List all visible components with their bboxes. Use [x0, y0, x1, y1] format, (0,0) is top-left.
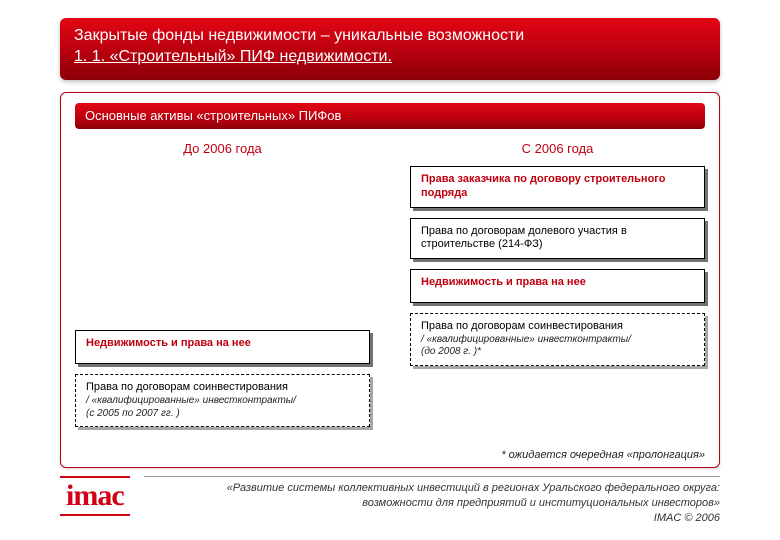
left-card-1: Недвижимость и права на нее [75, 330, 370, 364]
columns: До 2006 года Недвижимость и права на нее… [75, 135, 705, 431]
card-text: Права по договорам долевого участия в ст… [421, 225, 627, 251]
column-left: До 2006 года Недвижимость и права на нее… [75, 135, 370, 431]
slide: Закрытые фонды недвижимости – уникальные… [0, 0, 780, 540]
right-card-3: Недвижимость и права на нее [410, 269, 705, 303]
card-sub: / «квалифицированные» инвестконтракты/ [421, 334, 694, 347]
card-text: Права по договорам соинвестирования [86, 381, 288, 393]
card-text: Права заказчика по договору строительног… [421, 173, 665, 199]
right-card-2: Права по договорам долевого участия в ст… [410, 218, 705, 260]
column-left-head: До 2006 года [75, 135, 370, 166]
right-stack: Права заказчика по договору строительног… [410, 166, 705, 431]
column-right: С 2006 года Права заказчика по договору … [410, 135, 705, 431]
card-text: Недвижимость и права на нее [86, 337, 251, 349]
right-card-1: Права заказчика по договору строительног… [410, 166, 705, 208]
spacer [75, 166, 370, 297]
footer-line-3: IMAC © 2006 [654, 512, 720, 524]
section-band: Основные активы «строительных» ПИФов [75, 103, 705, 129]
footer-line-2: возможности для предприятий и институцио… [362, 497, 720, 509]
footer: imac «Развитие системы коллективных инве… [60, 476, 720, 530]
card-sub: (до 2008 г. )* [421, 346, 694, 359]
footnote: * ожидается очередная «пролонгация» [501, 449, 705, 461]
slide-title-bar: Закрытые фонды недвижимости – уникальные… [60, 18, 720, 80]
footer-line-1: «Развитие системы коллективных инвестици… [227, 482, 720, 494]
title-line-1: Закрытые фонды недвижимости – уникальные… [74, 26, 706, 47]
content-panel: Основные активы «строительных» ПИФов До … [60, 92, 720, 468]
card-text: Права по договорам соинвестирования [421, 320, 623, 332]
title-line-2: 1. 1. «Строительный» ПИФ недвижимости. [74, 47, 706, 68]
column-right-head: С 2006 года [410, 135, 705, 166]
logo-text: imac [66, 479, 124, 512]
card-sub: (с 2005 по 2007 гг. ) [86, 408, 359, 421]
footer-text: «Развитие системы коллективных инвестици… [144, 476, 720, 526]
right-card-4: Права по договорам соинвестирования / «к… [410, 313, 705, 366]
left-card-2: Права по договорам соинвестирования / «к… [75, 374, 370, 427]
card-sub: / «квалифицированные» инвестконтракты/ [86, 395, 359, 408]
logo: imac [60, 476, 130, 516]
left-stack: Недвижимость и права на нее Права по дог… [75, 297, 370, 432]
card-text: Недвижимость и права на нее [421, 276, 586, 288]
